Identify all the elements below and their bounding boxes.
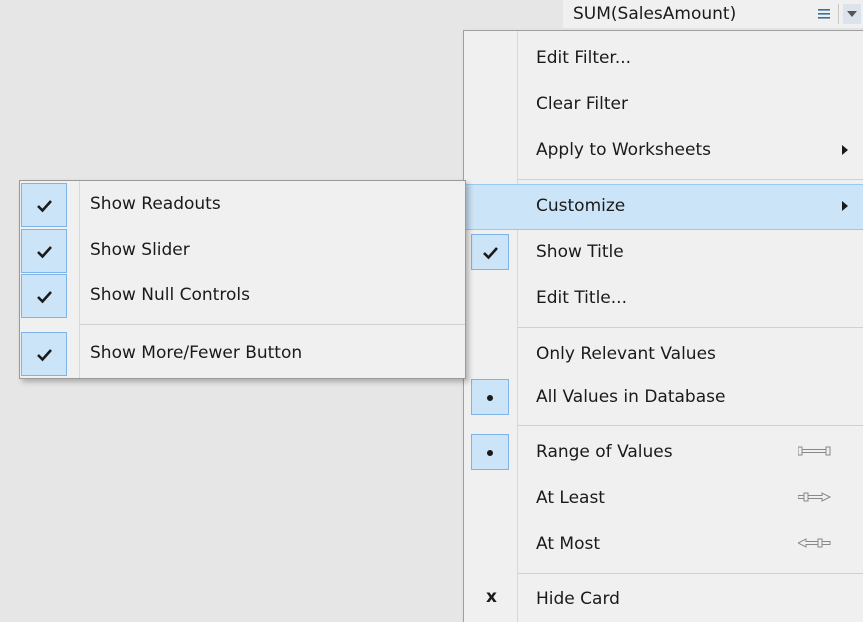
menu-item-label: Range of Values bbox=[536, 442, 673, 462]
submenu-item-label: Show Readouts bbox=[90, 194, 221, 214]
dropdown-arrow-icon bbox=[847, 11, 857, 17]
filter-context-menu: Edit Filter... Clear Filter Apply to Wor… bbox=[463, 30, 863, 622]
checkmark-icon bbox=[21, 183, 67, 227]
menu-separator bbox=[518, 425, 863, 426]
menu-item-clear-filter[interactable]: Clear Filter bbox=[464, 82, 863, 128]
header-divider bbox=[838, 4, 839, 24]
menu-item-range-of-values[interactable]: Range of Values bbox=[464, 430, 863, 476]
menu-item-show-title[interactable]: Show Title bbox=[464, 230, 863, 276]
menu-item-label: Only Relevant Values bbox=[536, 344, 716, 364]
card-menu-dropdown-button[interactable] bbox=[843, 4, 861, 24]
menu-item-label: Show Title bbox=[536, 242, 624, 262]
at-least-slider-icon bbox=[798, 492, 832, 502]
radio-dot-icon bbox=[471, 434, 509, 470]
submenu-item-label: Show Slider bbox=[90, 240, 190, 260]
at-most-slider-icon bbox=[798, 538, 831, 548]
menu-item-label: Edit Title... bbox=[536, 288, 627, 308]
submenu-item-show-null-controls[interactable]: Show Null Controls bbox=[20, 273, 465, 319]
checkmark-icon bbox=[471, 234, 509, 270]
close-x-icon: x bbox=[486, 587, 497, 607]
menu-separator bbox=[518, 573, 863, 574]
submenu-item-label: Show Null Controls bbox=[90, 285, 250, 305]
menu-item-label: Apply to Worksheets bbox=[536, 140, 711, 160]
chevron-right-icon bbox=[842, 145, 848, 155]
checkmark-icon bbox=[21, 332, 67, 376]
menu-item-hide-card[interactable]: x Hide Card bbox=[464, 577, 863, 622]
submenu-item-show-slider[interactable]: Show Slider bbox=[20, 228, 465, 274]
menu-item-label: Edit Filter... bbox=[536, 48, 632, 68]
filter-card-title: SUM(SalesAmount) bbox=[573, 4, 737, 24]
workspace-background: SUM(SalesAmount) Edit Filter... Clear Fi… bbox=[0, 0, 863, 622]
submenu-separator bbox=[80, 324, 465, 325]
menu-item-edit-filter[interactable]: Edit Filter... bbox=[464, 36, 863, 82]
menu-item-label: Clear Filter bbox=[536, 94, 628, 114]
checkmark-icon bbox=[21, 274, 67, 318]
menu-separator bbox=[518, 179, 863, 180]
menu-item-customize[interactable]: Customize bbox=[464, 184, 863, 230]
list-icon[interactable] bbox=[817, 6, 831, 20]
menu-item-only-relevant-values[interactable]: Only Relevant Values bbox=[464, 332, 863, 378]
menu-item-label: At Least bbox=[536, 488, 605, 508]
submenu-item-show-readouts[interactable]: Show Readouts bbox=[20, 182, 465, 228]
submenu-item-show-more-fewer-button[interactable]: Show More/Fewer Button bbox=[20, 331, 465, 377]
customize-submenu: Show Readouts Show Slider Show Null Cont… bbox=[19, 180, 466, 379]
menu-item-label: Customize bbox=[536, 196, 626, 216]
submenu-item-label: Show More/Fewer Button bbox=[90, 343, 303, 363]
menu-item-at-least[interactable]: At Least bbox=[464, 476, 863, 522]
menu-item-label: Hide Card bbox=[536, 589, 620, 609]
menu-separator bbox=[518, 327, 863, 328]
checkmark-icon bbox=[21, 229, 67, 273]
chevron-right-icon bbox=[842, 201, 848, 211]
radio-dot-icon bbox=[471, 379, 509, 415]
menu-item-edit-title[interactable]: Edit Title... bbox=[464, 276, 863, 322]
menu-item-label: At Most bbox=[536, 534, 600, 554]
menu-item-at-most[interactable]: At Most bbox=[464, 522, 863, 568]
menu-item-label: All Values in Database bbox=[536, 387, 726, 407]
menu-item-apply-to-worksheets[interactable]: Apply to Worksheets bbox=[464, 128, 863, 174]
menu-item-all-values-in-database[interactable]: All Values in Database bbox=[464, 375, 863, 421]
range-slider-icon bbox=[798, 446, 831, 456]
filter-card-header: SUM(SalesAmount) bbox=[563, 0, 863, 28]
